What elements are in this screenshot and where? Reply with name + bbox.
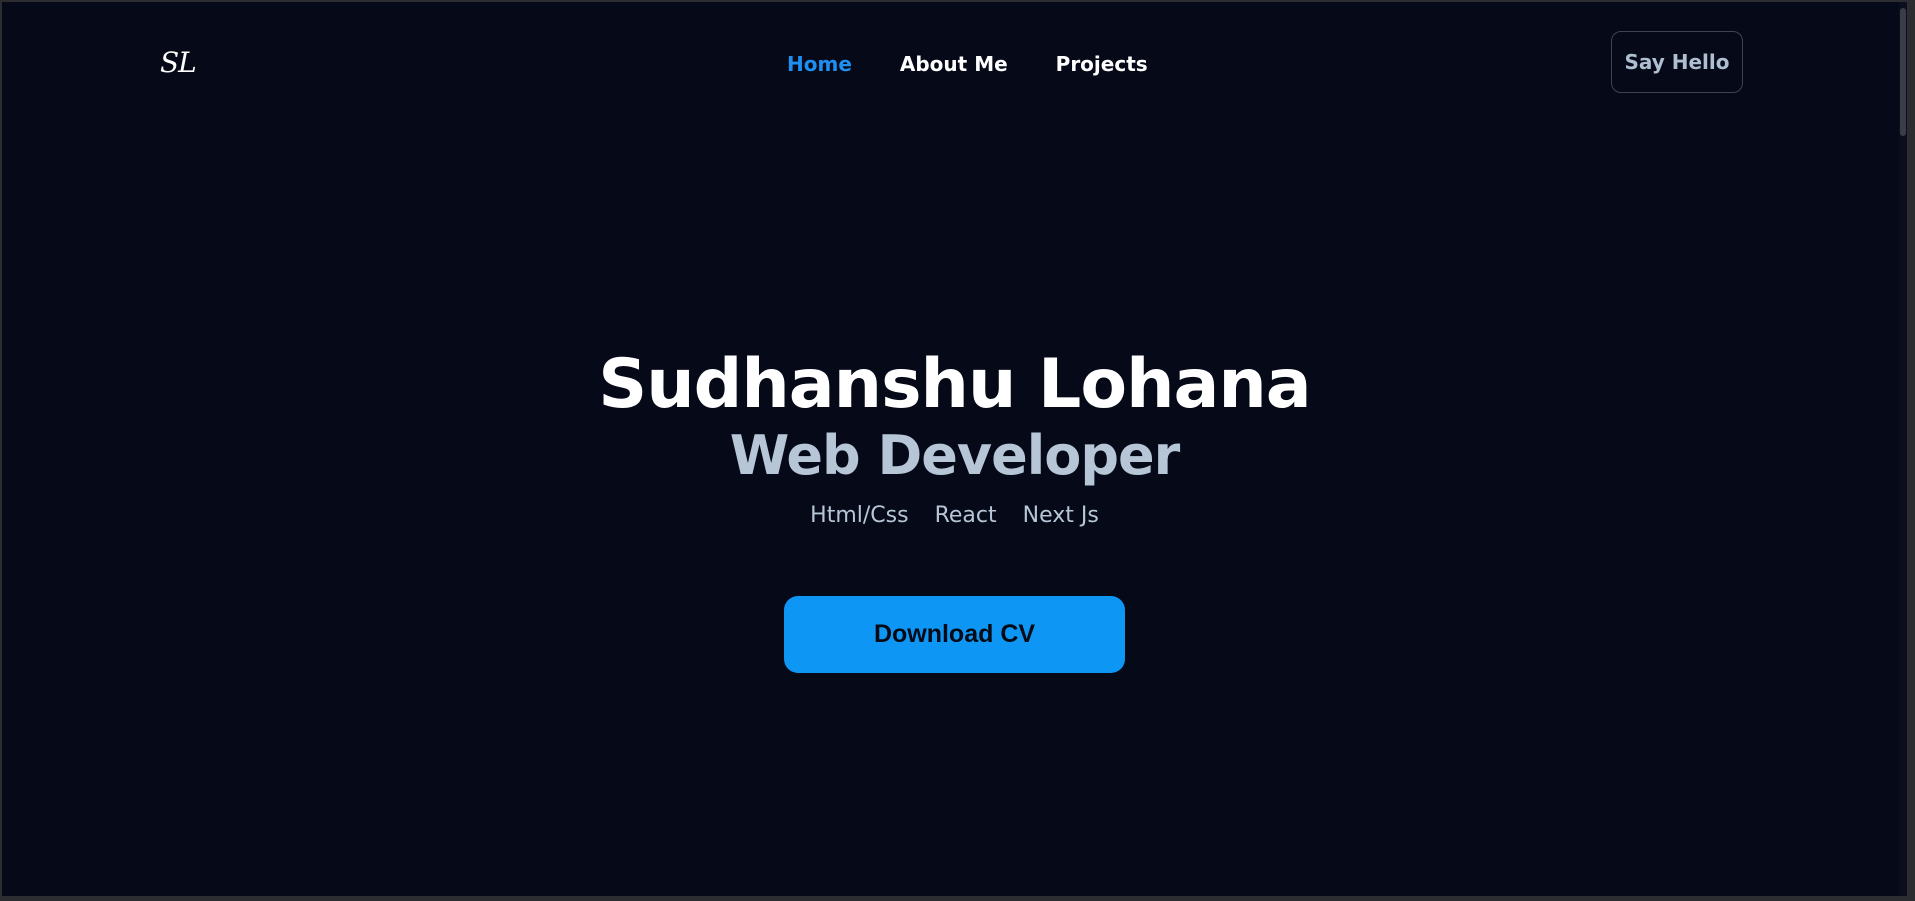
hero-role: Web Developer [729,424,1181,487]
scrollbar-thumb[interactable] [1900,8,1906,136]
nav-about-me[interactable]: About Me [900,50,1008,78]
skills-list: Html/Css React Next Js [2,503,1907,528]
scrollbar[interactable] [1899,2,1907,896]
skill-next-js: Next Js [1022,503,1099,528]
nav-projects[interactable]: Projects [1056,50,1148,78]
hero-section: Sudhanshu Lohana Web Developer Html/Css … [2,345,1907,673]
skill-react: React [934,503,997,528]
hero-name: Sudhanshu Lohana [598,345,1311,424]
download-cv-button[interactable]: Download CV [784,596,1125,673]
say-hello-button[interactable]: Say Hello [1611,31,1743,93]
logo[interactable]: SL [160,46,197,79]
nav-home[interactable]: Home [787,50,852,78]
browser-viewport: SL Home About Me Projects Say Hello Sudh… [2,2,1907,896]
main-nav: Home About Me Projects [787,50,1148,78]
skill-html-css: Html/Css [810,503,909,528]
